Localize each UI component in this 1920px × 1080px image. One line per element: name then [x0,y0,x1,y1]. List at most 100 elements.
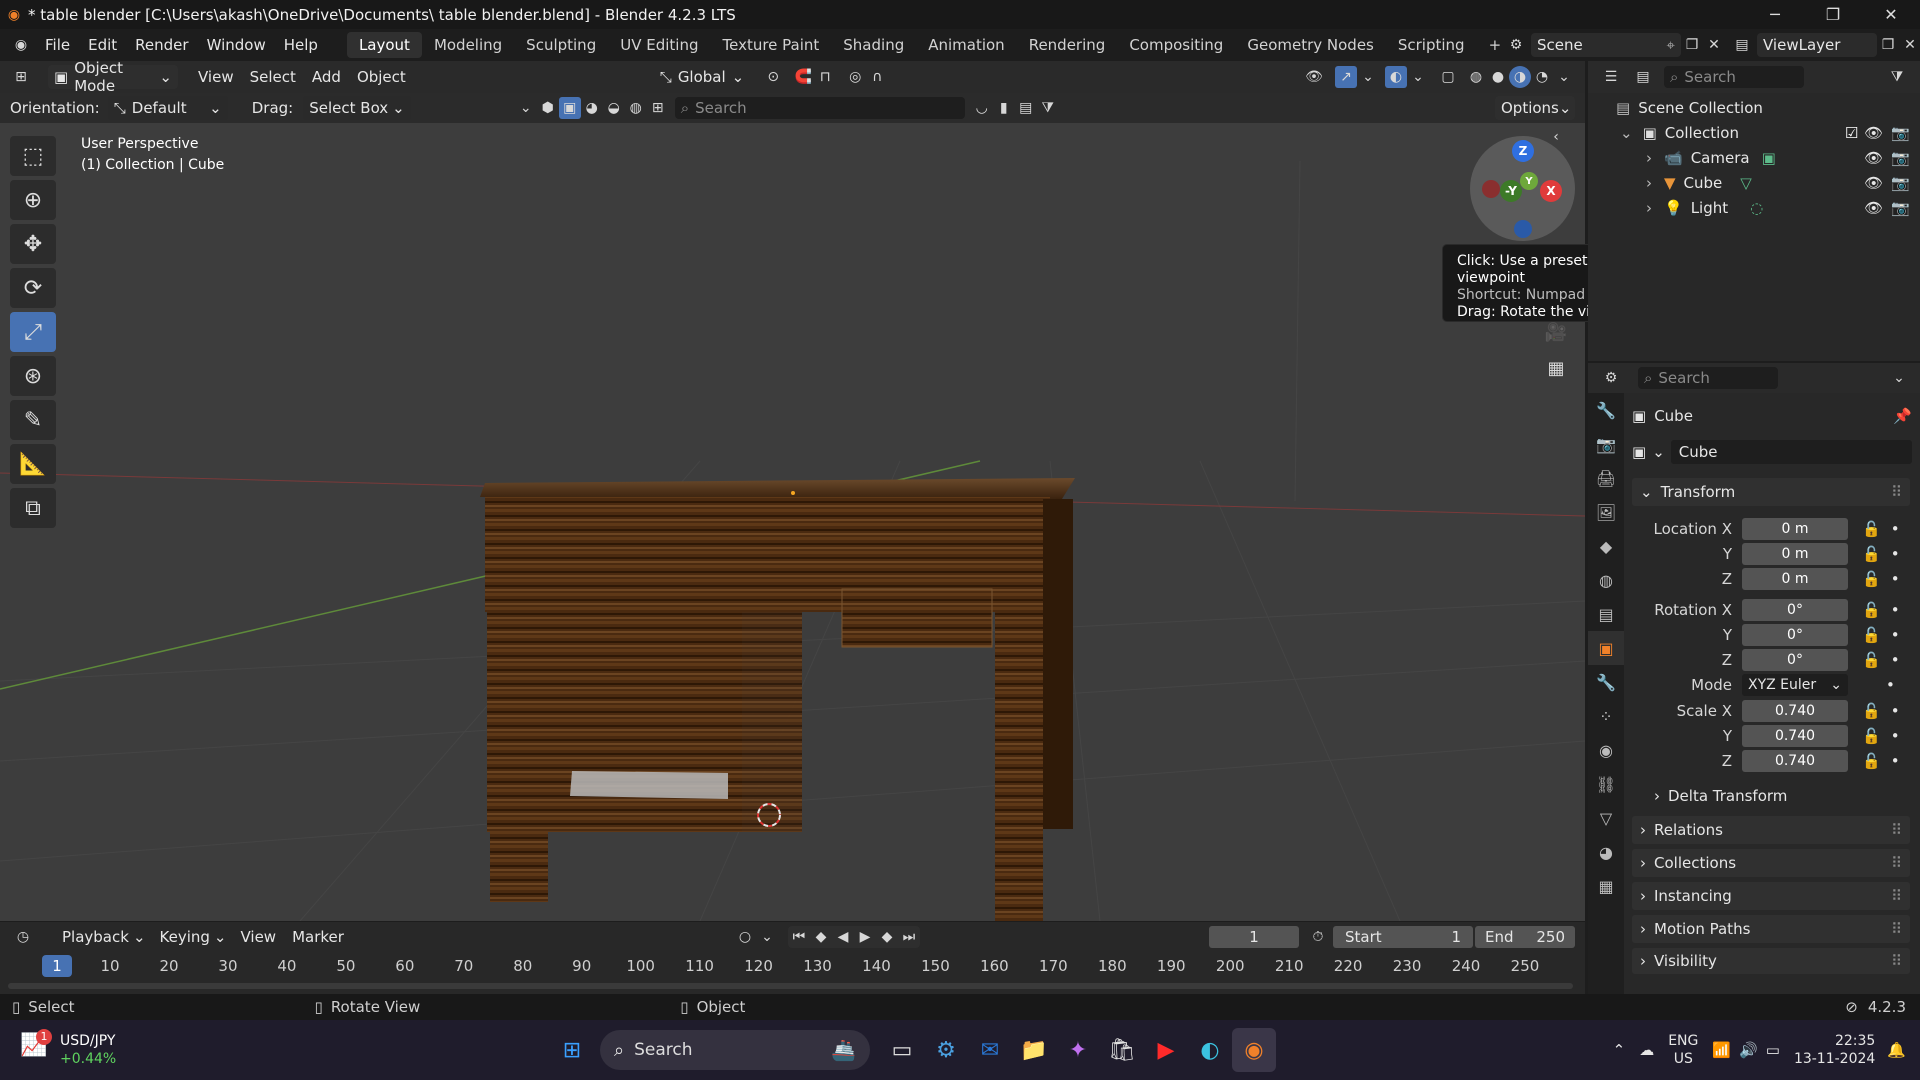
menu-playback[interactable]: Playback [54,928,137,946]
object-name-field[interactable]: Cube [1670,440,1912,464]
copilot-icon[interactable]: ✦ [1056,1028,1100,1072]
weather-widget[interactable]: 📈 1 USD/JPY +0.44% [20,1029,160,1068]
tab-modeling[interactable]: Modeling [422,32,514,58]
camera-render-icon[interactable]: 📷 [1891,149,1910,167]
lock-icon[interactable]: 🔓 [1862,702,1881,720]
menu-view[interactable]: View [232,928,284,946]
object-tab-icon[interactable]: ▣ [1588,631,1624,665]
view-layer-tab-icon[interactable]: 🖼 [1588,495,1624,529]
camera-view-icon[interactable]: 🎥 [1545,321,1567,343]
chevron-down-icon[interactable]: ⌄ [1357,66,1379,88]
menu-help[interactable]: Help [275,29,327,61]
drag-handle-icon[interactable]: ⠿ [1891,821,1902,839]
outliner-row-cube[interactable]: › ▼ Cube ▽ 👁 📷 [1588,170,1920,195]
transform-tool-icon[interactable]: ⊛ [10,356,56,396]
filter-mesh-icon[interactable]: ▣ [558,97,581,119]
3d-viewport[interactable]: ⊞ ▣ Object Mode ⌄ View Select Add Object… [0,61,1585,921]
battery-icon[interactable]: ▭ [1766,1041,1780,1059]
filter-brush-icon[interactable]: ⊞ [647,97,669,119]
close-button[interactable]: ✕ [1862,0,1920,29]
microsoft-store-icon[interactable]: 🛍 [1100,1028,1144,1072]
chevron-down-icon[interactable]: ⌄ [756,926,778,948]
snap-icon[interactable]: 🧲 [792,66,814,88]
rotation-z-field[interactable]: 0° [1742,648,1848,671]
outliner-row-light[interactable]: › 💡 Light ◌ 👁 📷 [1588,195,1920,220]
measure-tool-icon[interactable]: 📐 [10,444,56,484]
keyframe-dot-icon[interactable]: • [1891,545,1900,563]
outliner-search-input[interactable]: ⌕ Search [1664,66,1804,88]
lock-icon[interactable]: 🔓 [1862,727,1881,745]
camera-render-icon[interactable]: 📷 [1891,174,1910,192]
overlays-toggle-icon[interactable]: ◐ [1385,66,1407,88]
chevron-down-icon[interactable]: ⌄ [515,97,537,119]
lock-icon[interactable]: 🔓 [1862,570,1881,588]
windows-start-icon[interactable]: ⊞ [550,1028,594,1072]
menu-view[interactable]: View [190,68,242,86]
keyframe-dot-icon[interactable]: • [1891,651,1900,669]
lock-icon[interactable]: 🔓 [1862,601,1881,619]
menu-window[interactable]: Window [198,29,275,61]
chevron-right-icon[interactable]: › [1646,149,1652,167]
rendered-shading-icon[interactable]: ◔ [1531,66,1553,88]
asset-library-icon[interactable]: ◡ [971,97,993,119]
language-indicator[interactable]: ENG US [1668,1032,1698,1068]
select-box-tool-icon[interactable]: ⬚ [10,136,56,176]
keyframe-dot-icon[interactable]: • [1891,520,1900,538]
bookmark-icon[interactable]: ▮ [993,97,1015,119]
chevron-right-icon[interactable]: › [1646,174,1652,192]
menu-render[interactable]: Render [126,29,197,61]
gizmo-neg-x-axis[interactable] [1482,180,1500,198]
eye-icon[interactable]: 👁 [1864,149,1883,167]
menu-object[interactable]: Object [349,68,414,86]
gizmo-toggle-icon[interactable]: ↗ [1335,66,1357,88]
timeline-editor-icon[interactable]: ◷ [12,926,34,948]
view-layer-selector-icon[interactable]: ▤ [1731,34,1753,56]
chevron-down-icon[interactable]: ⌄ [1620,124,1633,142]
keyframe-dot-icon[interactable]: • [1891,727,1900,745]
object-data-tab-icon[interactable]: ▽ [1588,801,1624,835]
texture-tab-icon[interactable]: ▦ [1588,869,1624,903]
gizmo-x-axis[interactable]: X [1540,180,1562,202]
drag-handle-icon[interactable]: ⠿ [1891,483,1902,501]
stopwatch-icon[interactable]: ⏱ [1307,926,1329,948]
clock[interactable]: 22:35 13-11-2024 [1794,1032,1875,1068]
file-explorer-icon[interactable]: 📁 [1012,1028,1056,1072]
settings-icon[interactable]: ⚙ [924,1028,968,1072]
orientation-dropdown[interactable]: ⤡ Default ⌄ [107,96,228,120]
drag-handle-icon[interactable]: ⠿ [1891,854,1902,872]
pin-icon[interactable]: ⌖ [1667,36,1675,54]
add-cube-tool-icon[interactable]: ⧉ [10,488,56,528]
frame-ruler[interactable]: 1 10 20 30 40 50 60 70 80 90 100 110 120 130 140 150 160… [0,952,1585,982]
outliner-row-camera[interactable]: › 📹 Camera ▣ 👁 📷 [1588,145,1920,170]
camera-render-icon[interactable]: 📷 [1891,199,1910,217]
filter-icon[interactable]: ⧩ [1886,66,1908,88]
new-view-layer-icon[interactable]: ❐ [1877,34,1899,56]
filter-icon[interactable]: ⧩ [1037,97,1059,119]
eye-icon[interactable]: 👁 [1864,124,1883,142]
world-tab-icon[interactable]: ◍ [1588,563,1624,597]
keyframe-dot-icon[interactable]: • [1891,626,1900,644]
delta-transform-subpanel[interactable]: › Delta Transform [1648,783,1908,809]
material-preview-icon[interactable]: ◑ [1509,66,1531,88]
end-frame-field[interactable]: End 250 [1475,926,1575,948]
xray-icon[interactable]: ▢ [1437,66,1459,88]
rotate-tool-icon[interactable]: ⟳ [10,268,56,308]
relations-panel-header[interactable]: › Relations ⠿ [1632,816,1910,844]
chevron-right-icon[interactable]: › [1646,199,1652,217]
play-icon[interactable]: ▶ [854,926,876,948]
jump-to-keyframe-forward-icon[interactable]: ◆ [876,926,898,948]
filter-world-icon[interactable]: ◍ [625,97,647,119]
scene-field[interactable]: Scene ⌖ [1531,33,1681,57]
tab-texture-paint[interactable]: Texture Paint [710,32,831,58]
timeline-scrollbar[interactable] [8,983,1573,989]
rotation-x-field[interactable]: 0° [1742,598,1848,621]
scene-selector-icon[interactable]: ⚙ [1505,34,1527,56]
collections-panel-header[interactable]: › Collections ⠿ [1632,849,1910,877]
outliner-editor-icon[interactable]: ☰ [1600,66,1622,88]
location-y-field[interactable]: 0 m [1742,542,1848,565]
falloff-icon[interactable]: ∩ [866,66,888,88]
minimize-button[interactable]: ─ [1746,0,1804,29]
instancing-panel-header[interactable]: › Instancing ⠿ [1632,882,1910,910]
particles-tab-icon[interactable]: ⁘ [1588,699,1624,733]
rotation-y-field[interactable]: 0° [1742,623,1848,646]
